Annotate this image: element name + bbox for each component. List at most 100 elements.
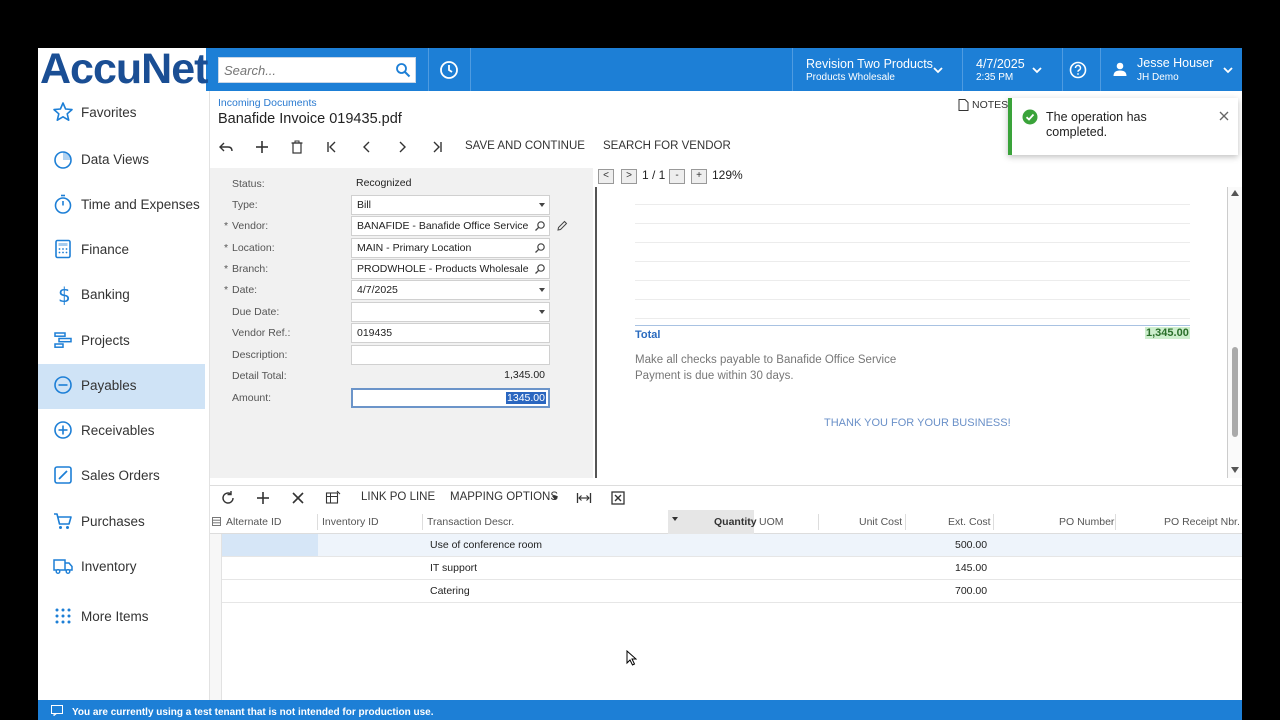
location-field[interactable]: MAIN - Primary Location: [351, 238, 550, 258]
toast-message: The operation has completed.: [1046, 110, 1147, 139]
delete-icon[interactable]: [289, 139, 305, 155]
history-icon[interactable]: [438, 59, 460, 81]
previous-record-icon[interactable]: [359, 139, 375, 155]
sidebar-item-payables[interactable]: Payables: [38, 364, 205, 409]
dropdown-arrow-icon[interactable]: [552, 496, 558, 500]
user-icon: [1113, 62, 1127, 76]
column-filter-arrow-icon[interactable]: [672, 517, 678, 521]
search-icon[interactable]: [395, 62, 411, 78]
user-menu[interactable]: Jesse Houser JH Demo: [1100, 48, 1242, 91]
scroll-down-icon[interactable]: [1231, 467, 1239, 473]
undo-icon[interactable]: [218, 139, 234, 155]
sidebar-item-purchases[interactable]: Purchases: [38, 500, 205, 545]
sidebar-item-projects[interactable]: Projects: [38, 319, 205, 364]
sidebar-item-data-views[interactable]: Data Views: [38, 138, 205, 183]
zoom-out-button[interactable]: -: [669, 169, 685, 184]
breadcrumb[interactable]: Incoming Documents: [218, 97, 317, 109]
sidebar-item-banking[interactable]: $ Banking: [38, 273, 205, 318]
sidebar-item-finance[interactable]: Finance: [38, 228, 205, 273]
column-transaction-descr[interactable]: Transaction Descr.: [427, 516, 514, 528]
chevron-down-icon: [933, 67, 943, 74]
export-excel-icon[interactable]: [610, 490, 626, 506]
company-selector[interactable]: Revision Two Products Products Wholesale: [792, 48, 962, 91]
date-selector[interactable]: 4/7/2025 2:35 PM: [962, 48, 1054, 91]
column-ext-cost[interactable]: Ext. Cost: [948, 516, 991, 528]
help-icon[interactable]: [1069, 61, 1087, 79]
date-field[interactable]: 4/7/2025: [351, 280, 550, 300]
lookup-search-icon[interactable]: [534, 263, 546, 275]
column-po-receipt-nbr[interactable]: PO Receipt Nbr.: [1164, 516, 1240, 528]
due-date-field[interactable]: [351, 302, 550, 322]
column-quantity[interactable]: Quantity: [714, 516, 757, 528]
last-record-icon[interactable]: [429, 139, 445, 155]
page-title: Banafide Invoice 019435.pdf: [218, 111, 402, 127]
search-for-vendor-button[interactable]: SEARCH FOR VENDOR: [603, 140, 731, 152]
preview-total-label: Total: [635, 329, 661, 341]
amount-field[interactable]: 1345.00: [351, 388, 550, 408]
columns-config-icon[interactable]: [325, 490, 341, 506]
scroll-up-icon[interactable]: [1231, 190, 1239, 196]
search-input[interactable]: [219, 58, 389, 82]
invoice-form: Status: Recognized Type: Bill * Vendor: …: [210, 168, 593, 478]
refresh-icon[interactable]: [220, 490, 236, 506]
vendor-ref-row: Vendor Ref.: 019435: [210, 323, 593, 343]
dropdown-arrow-icon[interactable]: [539, 310, 545, 314]
sidebar-item-favorites[interactable]: Favorites: [38, 91, 205, 136]
add-icon[interactable]: [254, 139, 270, 155]
description-field[interactable]: [351, 345, 550, 365]
branch-field[interactable]: PRODWHOLE - Products Wholesale: [351, 259, 550, 279]
next-record-icon[interactable]: [394, 139, 410, 155]
sidebar-item-time-and-expenses[interactable]: Time and Expenses: [38, 183, 205, 228]
first-record-icon[interactable]: [324, 139, 340, 155]
fit-columns-icon[interactable]: [576, 490, 592, 506]
sidebar-item-inventory[interactable]: Inventory: [38, 545, 205, 590]
column-uom[interactable]: UOM: [759, 516, 784, 528]
mapping-options-menu[interactable]: MAPPING OPTIONS: [450, 491, 558, 503]
column-alternate-id[interactable]: Alternate ID: [226, 516, 281, 528]
column-po-number[interactable]: PO Number: [1059, 516, 1114, 528]
sidebar-item-sales-orders[interactable]: Sales Orders: [38, 454, 205, 499]
preview-prev-page-button[interactable]: <: [598, 169, 614, 184]
column-inventory-id[interactable]: Inventory ID: [322, 516, 379, 528]
main-content: Incoming Documents Banafide Invoice 0194…: [210, 91, 1242, 700]
required-marker: *: [224, 263, 229, 275]
sidebar: Favorites Data Views Time and Expenses F…: [38, 91, 205, 700]
lookup-search-icon[interactable]: [534, 220, 546, 232]
grid-menu-icon[interactable]: [212, 517, 221, 526]
table-row[interactable]: Use of conference room 500.00: [210, 534, 1242, 557]
link-po-line-button[interactable]: LINK PO LINE: [361, 491, 435, 503]
preview-next-page-button[interactable]: >: [621, 169, 637, 184]
vendor-row: * Vendor: BANAFIDE - Banafide Office Ser…: [210, 216, 593, 236]
business-time: 2:35 PM: [976, 72, 1014, 83]
test-tenant-warning: You are currently using a test tenant th…: [72, 707, 434, 718]
save-and-continue-button[interactable]: SAVE AND CONTINUE: [465, 140, 585, 152]
lookup-search-icon[interactable]: [534, 242, 546, 254]
app-logo[interactable]: AccuNet: [38, 48, 208, 91]
dropdown-arrow-icon[interactable]: [539, 288, 545, 292]
table-row[interactable]: IT support 145.00: [210, 557, 1242, 580]
preview-payment-note: Make all checks payable to Banafide Offi…: [635, 354, 897, 366]
preview-scrollbar[interactable]: [1227, 187, 1242, 478]
delete-row-icon[interactable]: [290, 490, 306, 506]
close-icon[interactable]: [1219, 111, 1229, 121]
sidebar-item-more-items[interactable]: More Items: [38, 595, 205, 640]
active-cell[interactable]: [222, 534, 318, 556]
required-marker: *: [224, 242, 229, 254]
zoom-in-button[interactable]: +: [691, 169, 707, 184]
edit-pencil-icon[interactable]: [556, 220, 568, 232]
add-row-icon[interactable]: [255, 490, 271, 506]
grid-header: Alternate ID Inventory ID Transaction De…: [210, 510, 1242, 534]
row-descr: Use of conference room: [430, 539, 543, 551]
star-icon: [53, 102, 73, 122]
column-unit-cost[interactable]: Unit Cost: [859, 516, 902, 528]
vendor-ref-field[interactable]: 019435: [351, 323, 550, 343]
type-select[interactable]: Bill: [351, 195, 550, 215]
app-window: AccuNet Revision Two Products Products W…: [38, 48, 1242, 720]
search-box[interactable]: [218, 57, 416, 83]
table-row[interactable]: Catering 700.00: [210, 580, 1242, 603]
location-row: * Location: MAIN - Primary Location: [210, 238, 593, 258]
preview-scroll-thumb[interactable]: [1232, 347, 1238, 437]
vendor-field[interactable]: BANAFIDE - Banafide Office Service: [351, 216, 550, 236]
zoom-level: 129%: [712, 168, 743, 182]
sidebar-item-receivables[interactable]: Receivables: [38, 409, 205, 454]
